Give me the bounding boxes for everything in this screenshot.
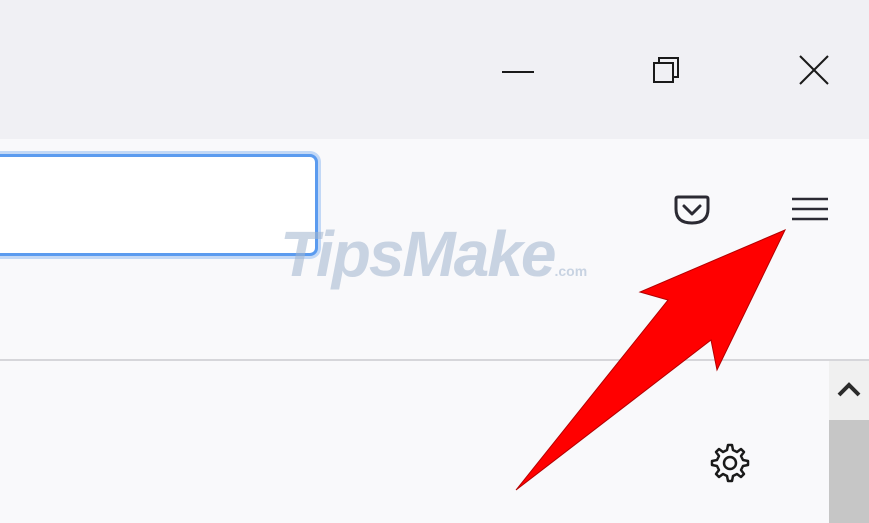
hamburger-menu-icon — [792, 197, 828, 221]
scrollbar-thumb[interactable] — [829, 420, 869, 523]
address-input[interactable] — [0, 157, 315, 253]
settings-button[interactable] — [700, 433, 760, 493]
title-bar — [0, 0, 869, 139]
close-button[interactable] — [784, 40, 844, 100]
close-icon — [799, 55, 829, 85]
pocket-icon — [674, 195, 710, 225]
restore-button[interactable] — [636, 40, 696, 100]
page-content — [0, 361, 869, 523]
navigation-toolbar — [0, 139, 869, 361]
restore-icon — [653, 57, 679, 83]
pocket-button[interactable] — [662, 179, 722, 239]
scroll-up-icon[interactable] — [835, 375, 869, 415]
minimize-button[interactable] — [488, 40, 548, 100]
gear-icon — [710, 443, 750, 483]
app-menu-button[interactable] — [780, 179, 840, 239]
address-bar[interactable] — [0, 154, 318, 256]
minimize-icon — [502, 71, 534, 73]
